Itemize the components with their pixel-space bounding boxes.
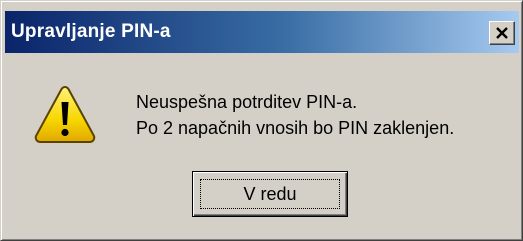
message-line-1: Neuspešna potrditev PIN-a. <box>136 92 358 112</box>
window-title: Upravljanje PIN-a <box>11 21 171 42</box>
message-text: Neuspešna potrditev PIN-a. Po 2 napačnih… <box>136 89 454 141</box>
pin-management-dialog: Upravljanje PIN-a Neuspešna potrditev PI… <box>0 0 523 241</box>
close-button[interactable] <box>489 21 515 45</box>
title-bar[interactable]: Upravljanje PIN-a <box>5 11 519 53</box>
close-icon <box>496 27 508 39</box>
ok-button[interactable]: V redu <box>192 171 348 217</box>
ok-button-label: V redu <box>243 183 297 204</box>
warning-icon <box>34 85 96 143</box>
message-line-2: Po 2 napačnih vnosih bo PIN zaklenjen. <box>136 118 455 138</box>
